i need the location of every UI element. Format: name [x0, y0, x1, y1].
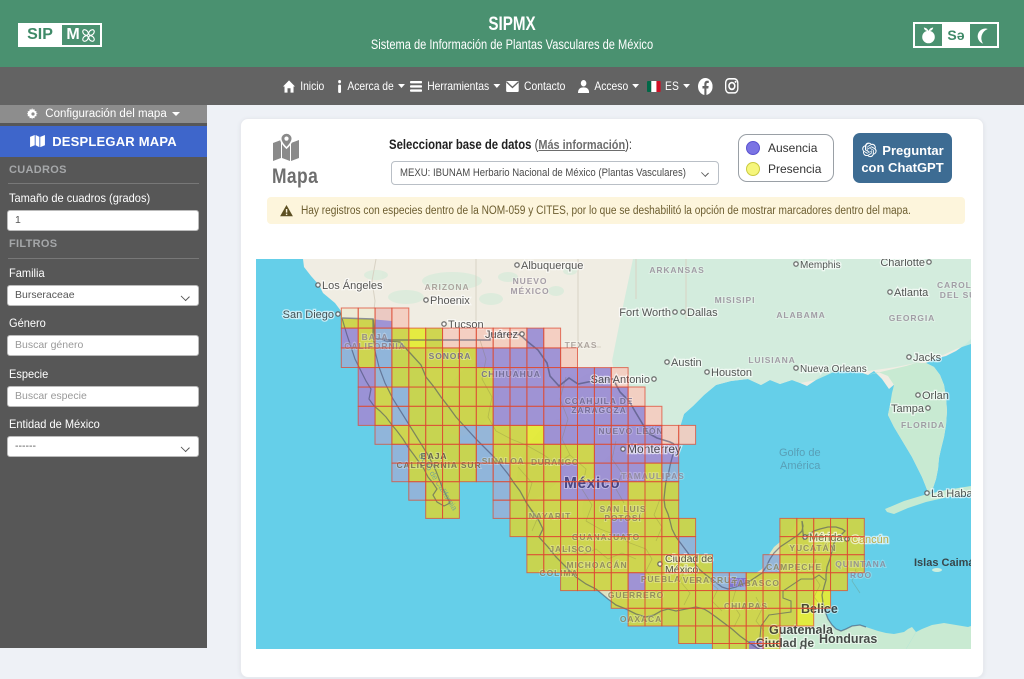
svg-text:TEXAS: TEXAS	[565, 340, 598, 350]
svg-text:OAXACA: OAXACA	[620, 614, 662, 624]
svg-text:ALABAMA: ALABAMA	[776, 310, 825, 320]
svg-text:América: América	[780, 460, 821, 472]
svg-text:Tucson: Tucson	[448, 319, 484, 331]
svg-text:NUEVO LEÓN: NUEVO LEÓN	[598, 425, 663, 436]
svg-text:Juárez: Juárez	[485, 329, 518, 341]
svg-text:TAMAULIPAS: TAMAULIPAS	[621, 471, 684, 481]
svg-text:LUISIANA: LUISIANA	[748, 355, 795, 365]
svg-text:Islas Caimá: Islas Caimá	[914, 557, 971, 569]
svg-text:Golfo de: Golfo de	[779, 447, 821, 459]
svg-text:San Diego: San Diego	[283, 309, 334, 321]
svg-text:ARIZONA: ARIZONA	[424, 282, 469, 292]
svg-text:SONORA: SONORA	[429, 351, 472, 361]
svg-text:Atlanta: Atlanta	[894, 287, 929, 299]
svg-text:FLORIDA: FLORIDA	[901, 420, 945, 430]
svg-text:PUEBLA: PUEBLA	[641, 574, 681, 584]
svg-text:Memphis: Memphis	[800, 260, 841, 271]
svg-text:Jacks: Jacks	[913, 352, 942, 364]
svg-text:La Haban: La Haban	[931, 488, 971, 500]
svg-text:Nueva Orleans: Nueva Orleans	[800, 364, 867, 375]
svg-text:San Antonio: San Antonio	[591, 374, 650, 386]
svg-text:Charlotte: Charlotte	[880, 259, 925, 269]
svg-text:Tampa: Tampa	[891, 403, 925, 415]
svg-text:ROO: ROO	[850, 570, 872, 580]
svg-text:Los Ángeles: Los Ángeles	[322, 279, 383, 292]
svg-text:TABASCO: TABASCO	[732, 578, 780, 588]
svg-text:MISISIPI: MISISIPI	[715, 295, 756, 305]
svg-text:Houston: Houston	[711, 367, 752, 379]
svg-text:DURANGO: DURANGO	[531, 457, 579, 467]
svg-text:Dallas: Dallas	[687, 307, 718, 319]
svg-text:NAYARIT: NAYARIT	[529, 511, 572, 521]
svg-text:Honduras: Honduras	[819, 632, 877, 646]
svg-text:JALISCO: JALISCO	[549, 544, 592, 554]
svg-text:QUINTANA: QUINTANA	[835, 559, 886, 569]
svg-text:GUERRERO: GUERRERO	[608, 590, 664, 600]
svg-text:CAROLI: CAROLI	[937, 280, 971, 290]
svg-text:GEORGIA: GEORGIA	[889, 313, 935, 323]
svg-text:DEL SU: DEL SU	[940, 290, 971, 300]
svg-text:Fort Worth: Fort Worth	[619, 307, 671, 319]
svg-text:Belice: Belice	[801, 602, 838, 616]
svg-text:ARKANSAS: ARKANSAS	[649, 265, 704, 275]
svg-text:Albuquerque: Albuquerque	[521, 260, 583, 272]
svg-text:NUEVO: NUEVO	[513, 276, 548, 286]
svg-text:Cancún: Cancún	[851, 534, 889, 546]
svg-text:CHIHUAHUA: CHIHUAHUA	[481, 369, 541, 379]
svg-text:Orlan: Orlan	[922, 390, 949, 402]
svg-text:Phoenix: Phoenix	[430, 295, 470, 307]
svg-text:MÉXICO: MÉXICO	[511, 286, 550, 296]
svg-text:Austin: Austin	[671, 357, 702, 369]
svg-text:SINALOA: SINALOA	[482, 456, 524, 466]
